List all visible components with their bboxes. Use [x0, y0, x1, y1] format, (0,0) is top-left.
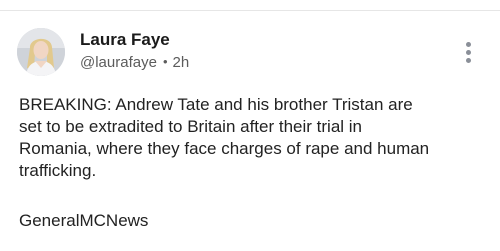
post-card: Laura Faye @laurafaye • 2h BREAKING: Andre…	[0, 11, 500, 251]
separator-dot: •	[162, 54, 168, 69]
post-text-line: BREAKING: Andrew Tate and his brother Tr…	[19, 95, 413, 114]
author-name[interactable]: Laura Faye	[80, 30, 170, 50]
post-source: GeneralMCNews	[19, 211, 149, 230]
author-handle[interactable]: @laurafaye	[80, 54, 157, 71]
more-options-button[interactable]	[456, 38, 480, 68]
post-time: 2h	[172, 54, 190, 71]
post-text: BREAKING: Andrew Tate and his brother Tr…	[19, 94, 485, 182]
post-text-line: Romania, where they face charges of rape…	[19, 139, 430, 158]
avatar[interactable]	[17, 28, 65, 76]
post-meta: @laurafaye • 2h	[80, 54, 189, 71]
post-text-line: set to be extradited to Britain after th…	[19, 117, 363, 136]
post-text-line: trafficking.	[19, 161, 97, 180]
avatar-image	[17, 28, 65, 76]
